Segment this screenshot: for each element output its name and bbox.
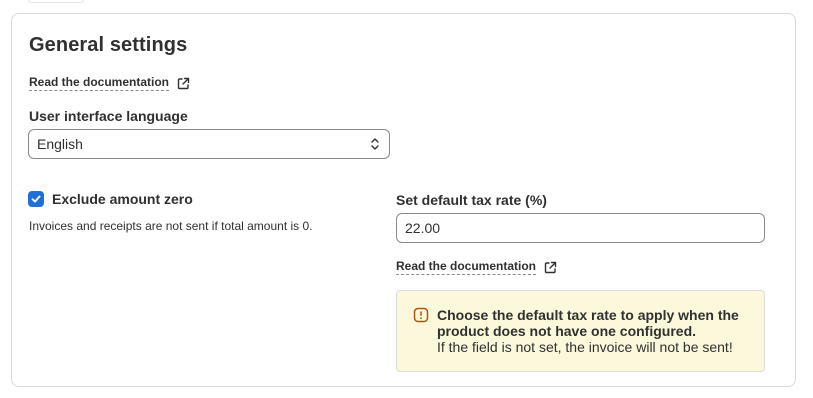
page-title: General settings (29, 34, 188, 56)
language-select-value: English (37, 136, 83, 152)
warning-banner: Choose the default tax rate to apply whe… (396, 290, 765, 372)
documentation-link-label: Read the documentation (29, 75, 170, 91)
top-tab-edge (28, 0, 84, 3)
language-label: User interface language (29, 108, 188, 124)
external-link-icon (177, 77, 190, 89)
warning-banner-body: If the field is not set, the invoice wil… (437, 339, 733, 355)
tax-documentation-link[interactable]: Read the documentation (396, 259, 557, 275)
warning-icon (413, 307, 429, 323)
tax-rate-label: Set default tax rate (%) (396, 192, 547, 208)
exclude-zero-checkbox[interactable] (28, 191, 44, 207)
warning-banner-title: Choose the default tax rate to apply whe… (437, 307, 739, 339)
exclude-zero-help-text: Invoices and receipts are not sent if to… (29, 219, 313, 233)
documentation-link[interactable]: Read the documentation (29, 75, 190, 91)
checkmark-icon (31, 195, 41, 203)
language-select[interactable]: English (28, 129, 390, 159)
general-settings-card: General settings Read the documentation … (11, 13, 796, 387)
tax-documentation-link-label: Read the documentation (396, 259, 537, 275)
tax-rate-input[interactable] (396, 213, 765, 243)
external-link-icon (544, 261, 557, 273)
chevron-up-down-icon (371, 138, 379, 150)
exclude-zero-row: Exclude amount zero (28, 191, 193, 207)
exclude-zero-label[interactable]: Exclude amount zero (52, 191, 193, 207)
